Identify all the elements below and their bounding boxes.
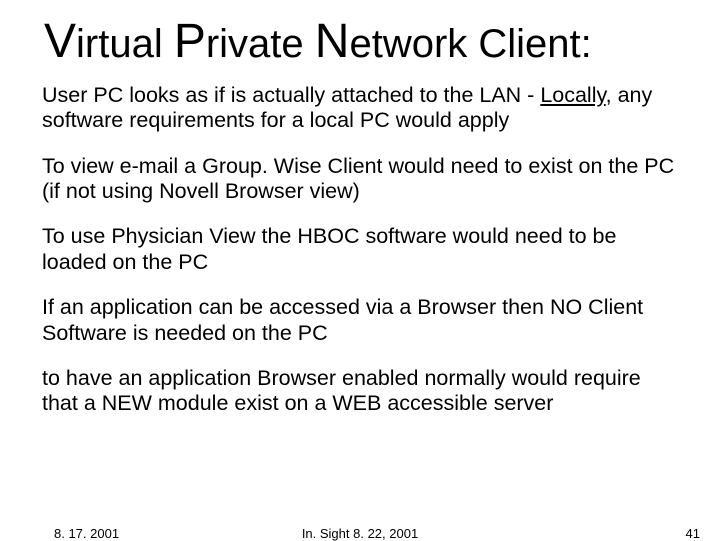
title-big-p: P — [174, 15, 206, 68]
footer-center: In. Sight 8. 22, 2001 — [0, 526, 720, 541]
p1-part-a: User PC looks as if is actually attached… — [42, 83, 540, 107]
paragraph-3: To use Physician View the HBOC software … — [42, 224, 678, 275]
paragraph-2: To view e-mail a Group. Wise Client woul… — [42, 154, 678, 205]
paragraph-4: If an application can be accessed via a … — [42, 295, 678, 346]
footer-page-number: 41 — [686, 526, 700, 541]
paragraph-1: User PC looks as if is actually attached… — [42, 83, 678, 134]
title-part-irtual: irtual — [76, 22, 174, 66]
slide: Virtual Private Network Client: User PC … — [0, 0, 720, 540]
title-big-n: N — [315, 15, 350, 68]
paragraph-5: to have an application Browser enabled n… — [42, 366, 678, 417]
title-big-v: V — [44, 15, 76, 68]
title-part-rivate: rivate — [206, 22, 315, 66]
p1-part-b-underline: Locally — [540, 83, 605, 107]
title-part-etwork: etwork Client: — [349, 22, 591, 66]
slide-title: Virtual Private Network Client: — [44, 14, 678, 69]
